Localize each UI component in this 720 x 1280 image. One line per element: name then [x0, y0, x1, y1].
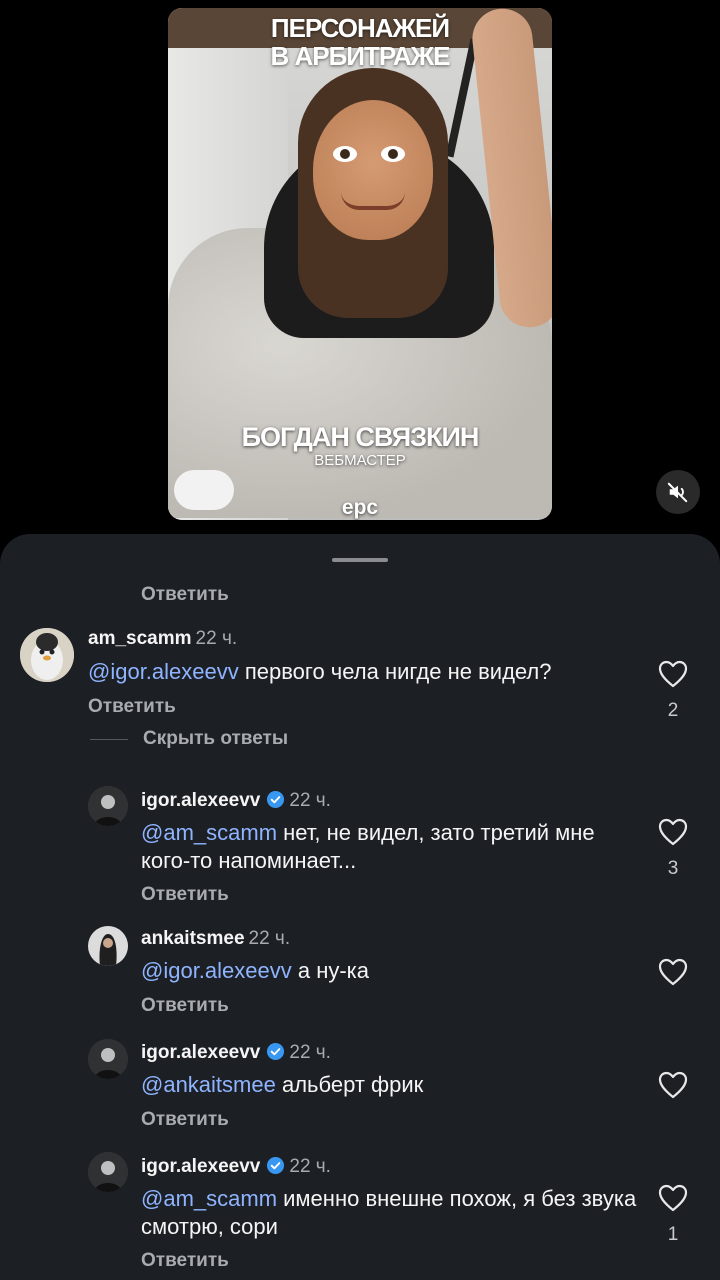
video-mouth — [341, 192, 405, 210]
comment-body: а ну-ка — [291, 958, 370, 983]
speaker-muted-icon — [667, 482, 688, 503]
hide-replies-line — [90, 739, 128, 740]
mute-button[interactable] — [656, 470, 700, 514]
comment-mention[interactable]: @igor.alexeevv — [88, 659, 239, 684]
verified-badge-icon — [267, 790, 285, 809]
video-eye-right — [381, 146, 405, 162]
comment-mention[interactable]: @am_scamm — [141, 820, 277, 845]
avatar[interactable] — [88, 1152, 128, 1192]
avatar[interactable] — [88, 1039, 128, 1079]
comment-text: @ankaitsmee альберт фрик — [141, 1071, 641, 1099]
reply-link-previous[interactable]: Ответить — [141, 584, 229, 606]
reply-link[interactable]: Ответить — [141, 1109, 229, 1131]
comment-mention[interactable]: @ankaitsmee — [141, 1072, 276, 1097]
comment-mention[interactable]: @am_scamm — [141, 1186, 277, 1211]
comment-username[interactable]: am_scamm — [88, 628, 192, 649]
comment-meta: ankaitsmee 22 ч. — [141, 928, 290, 950]
comment-time: 22 ч. — [289, 790, 331, 811]
comments-sheet[interactable]: Ответить am_scamm 22 ч. @igor.alexeevv пе… — [0, 534, 720, 1280]
comment-meta: igor.alexeevv 22 ч. — [141, 1042, 331, 1064]
heart-icon[interactable] — [658, 1071, 688, 1099]
user-photo-icon — [88, 1039, 128, 1079]
comment-text: @igor.alexeevv первого чела нигде не вид… — [88, 658, 588, 686]
heart-icon[interactable] — [658, 1184, 688, 1212]
video-person-name: БОГДАН СВЯЗКИН — [241, 422, 480, 452]
heart-icon[interactable] — [658, 818, 688, 846]
verified-badge-icon — [267, 1156, 285, 1175]
comment-meta: am_scamm 22 ч. — [88, 628, 237, 650]
user-photo-icon — [88, 926, 128, 966]
comment-username[interactable]: ankaitsmee — [141, 928, 245, 949]
heart-icon[interactable] — [658, 660, 688, 688]
comment-body: альберт фрик — [275, 1072, 424, 1097]
avatar[interactable] — [88, 926, 128, 966]
comment-time: 22 ч. — [289, 1156, 331, 1177]
video-eye-left — [333, 146, 357, 162]
comment-text: @igor.alexeevv а ну-ка — [141, 957, 641, 985]
comment-time: 22 ч. — [289, 1042, 331, 1063]
comment-body: первого чела нигде не видел? — [238, 659, 552, 684]
penguin-avatar-icon — [20, 628, 74, 682]
avatar[interactable] — [88, 786, 128, 826]
video-face — [313, 100, 433, 240]
video-headline: ПЕРСОНАЖЕЙ В АРБИТРАЖЕ — [270, 13, 450, 71]
comment-time: 22 ч. — [248, 928, 291, 949]
comment-username[interactable]: igor.alexeevv — [141, 1156, 260, 1177]
comment-text: @am_scamm нет, не видел, зато третий мне… — [141, 819, 641, 875]
comment-username[interactable]: igor.alexeevv — [141, 790, 260, 811]
user-photo-icon — [88, 1152, 128, 1192]
avatar[interactable] — [20, 628, 74, 682]
like-count: 1 — [667, 1224, 679, 1245]
reply-link[interactable]: Ответить — [141, 1250, 229, 1272]
hide-replies-button[interactable]: Скрыть ответы — [143, 728, 288, 750]
reel-video[interactable]: ПЕРСОНАЖЕЙ В АРБИТРАЖЕ БОГДАН СВЯЗКИН ВЕ… — [168, 8, 552, 520]
like-count: 2 — [667, 700, 679, 721]
comment-time: 22 ч. — [195, 628, 238, 649]
reply-link[interactable]: Ответить — [141, 884, 229, 906]
sheet-drag-handle[interactable] — [332, 558, 388, 562]
comment-username[interactable]: igor.alexeevv — [141, 1042, 260, 1063]
reply-link[interactable]: Ответить — [141, 995, 229, 1017]
video-brand: epc — [341, 496, 379, 519]
comment-mention[interactable]: @igor.alexeevv — [141, 958, 292, 983]
like-count: 3 — [667, 858, 679, 879]
verified-badge-icon — [267, 1042, 285, 1061]
user-photo-icon — [88, 786, 128, 826]
comment-text: @am_scamm именно внешне похож, я без зву… — [141, 1185, 641, 1241]
video-person-role: ВЕБМАСТЕР — [314, 452, 406, 469]
heart-icon[interactable] — [658, 958, 688, 986]
reply-link[interactable]: Ответить — [88, 696, 176, 718]
comment-meta: igor.alexeevv 22 ч. — [141, 790, 331, 812]
comment-meta: igor.alexeevv 22 ч. — [141, 1156, 331, 1178]
